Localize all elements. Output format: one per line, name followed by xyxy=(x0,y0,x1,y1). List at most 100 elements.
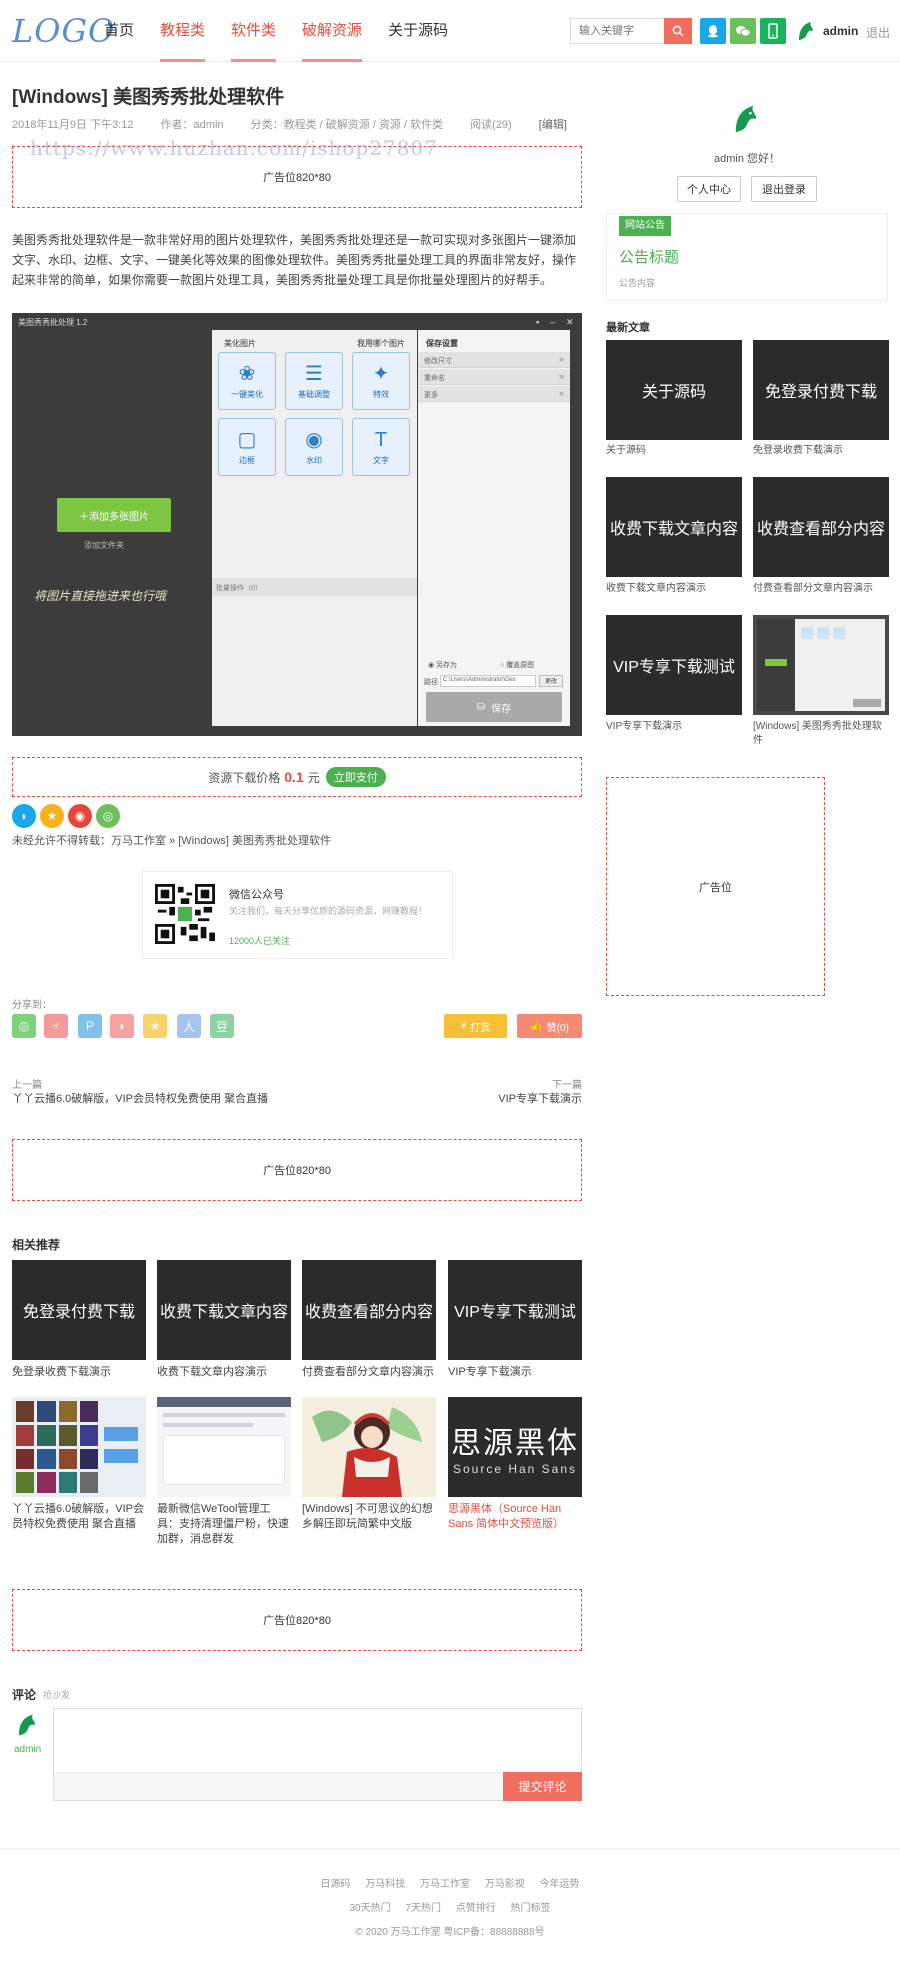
article-paragraph: 美图秀秀批处理软件是一款非常好用的图片处理软件，美图秀秀批处理还是一款可实现对多… xyxy=(12,233,577,287)
related-caption[interactable]: [Windows] 不可思议的幻想乡解压即玩简繁中文版 xyxy=(302,1502,436,1532)
notice-title[interactable]: 公告标题 xyxy=(619,246,679,267)
comment-input[interactable]: 提交评论 xyxy=(53,1708,582,1801)
related-thumb[interactable]: 收费查看部分内容 xyxy=(302,1260,436,1360)
wechat-icon xyxy=(736,26,751,37)
footer-link[interactable]: 万马科技 xyxy=(365,1879,405,1890)
nav-cracked[interactable]: 破解资源 xyxy=(302,0,363,62)
tip-button[interactable]: ¥ 打赏 xyxy=(444,1014,507,1038)
latest-thumb[interactable]: 免登录付费下载 xyxy=(753,340,889,440)
footer-link[interactable]: 万马影视 xyxy=(485,1879,525,1890)
related-image-thumb[interactable] xyxy=(157,1397,291,1497)
related-caption[interactable]: 思源黑体（Source Han Sans 简体中文预览版） xyxy=(448,1502,582,1532)
nav-home[interactable]: 首页 xyxy=(104,0,134,62)
sidebar-greeting: admin 您好！ xyxy=(713,153,781,165)
prev-label: 上一篇 xyxy=(12,1080,42,1091)
qq-login-button[interactable] xyxy=(700,18,726,44)
search-icon xyxy=(672,25,684,37)
wechat-share-circle[interactable]: ◎ xyxy=(96,804,120,828)
related-caption[interactable]: 收费下载文章内容演示 xyxy=(157,1365,291,1380)
latest-caption[interactable]: [Windows] 美图秀秀批处理软件 xyxy=(753,720,889,748)
latest-caption[interactable]: VIP专享下载演示 xyxy=(606,720,742,734)
header-logout-link[interactable]: 退出 xyxy=(866,24,890,41)
related-caption[interactable]: 丫丫云播6.0破解版，VIP会员特权免费使用 聚合直播 xyxy=(12,1502,146,1532)
content-box xyxy=(163,1435,285,1485)
latest-thumb[interactable]: VIP专享下载测试 xyxy=(606,615,742,715)
weibo-share-circle[interactable]: ◉ xyxy=(68,804,92,828)
related-caption[interactable]: 付费查看部分文章内容演示 xyxy=(302,1365,436,1380)
related-thumb[interactable]: 免登录付费下载 xyxy=(12,1260,146,1360)
related-thumb[interactable]: VIP专享下载测试 xyxy=(448,1260,582,1360)
related-image-thumb[interactable] xyxy=(12,1397,146,1497)
logout-button[interactable]: 退出登录 xyxy=(751,176,817,202)
tool-effects: ✦ 特效 xyxy=(352,352,410,410)
qq-share-circle[interactable]: ◗ xyxy=(12,804,36,828)
ad-banner-middle[interactable]: 广告位820*80 xyxy=(12,1139,582,1201)
share-weibo-button[interactable]: ♂ xyxy=(44,1014,68,1038)
share-wechat-button[interactable]: ◎ xyxy=(12,1014,36,1038)
latest-caption[interactable]: 付费查看部分文章内容演示 xyxy=(753,582,889,596)
mobile-button[interactable] xyxy=(760,18,786,44)
app-add-folder: 添加文件夹 xyxy=(84,541,124,550)
share-pinterest-button[interactable]: P xyxy=(78,1014,102,1038)
maximize-icon: – xyxy=(550,317,556,327)
share-douban-button[interactable]: 豆 xyxy=(210,1014,234,1038)
tool-basic-adjust: ☰ 基础调整 xyxy=(285,352,343,410)
nav-about[interactable]: 关于源码 xyxy=(388,0,448,62)
nav-software[interactable]: 软件类 xyxy=(231,0,277,62)
qq-icon xyxy=(708,25,718,38)
edit-link[interactable]: [编辑] xyxy=(539,119,567,131)
related-caption[interactable]: 最新微信WeTool管理工具：支持清理僵尸粉，快速加群，消息群发 xyxy=(157,1502,291,1547)
site-logo[interactable]: LOGO xyxy=(12,12,115,50)
price-unit: 元 xyxy=(307,770,320,785)
footer-link[interactable]: 万马工作室 xyxy=(420,1879,470,1890)
wechat-followers: 12000人已关注 xyxy=(229,936,291,946)
related-image-thumb[interactable] xyxy=(302,1397,436,1497)
mini-add-button xyxy=(765,659,787,666)
submit-comment-button[interactable]: 提交评论 xyxy=(503,1772,582,1801)
footer-link[interactable]: 30天热门 xyxy=(349,1903,390,1914)
text-icon: T xyxy=(374,429,388,451)
article-views: 阅读(29) xyxy=(470,119,512,131)
footer-link[interactable]: 今年运势 xyxy=(540,1879,580,1890)
related-thumb[interactable]: 收费下载文章内容 xyxy=(157,1260,291,1360)
search-button[interactable] xyxy=(664,18,692,44)
share-qq-button[interactable]: ◗ xyxy=(110,1014,134,1038)
user-avatar[interactable] xyxy=(793,18,819,44)
like-button[interactable]: 👍 赞(0) xyxy=(517,1014,582,1038)
related-image-thumb[interactable]: 思源黑体 Source Han Sans xyxy=(448,1397,582,1497)
pay-now-button[interactable]: 立即支付 xyxy=(325,767,386,787)
latest-caption[interactable]: 免登录收费下载演示 xyxy=(753,444,889,458)
footer-link[interactable]: 热门标签 xyxy=(511,1903,551,1914)
related-caption[interactable]: 免登录收费下载演示 xyxy=(12,1365,146,1380)
notice-card: 网站公告 公告标题 公告内容 xyxy=(606,213,888,301)
profile-button[interactable]: 个人中心 xyxy=(677,176,741,202)
sidebar-user-card: admin 您好！ 个人中心 退出登录 xyxy=(606,76,888,214)
share-renren-button[interactable]: 人 xyxy=(177,1014,201,1038)
prev-post-link[interactable]: 丫丫云播6.0破解版，VIP会员特权免费使用 聚合直播 xyxy=(12,1090,268,1106)
share-qzone-button[interactable]: ★ xyxy=(143,1014,167,1038)
qzone-share-circle[interactable]: ★ xyxy=(40,804,64,828)
latest-image-thumb[interactable] xyxy=(753,615,889,715)
wechat-login-button[interactable] xyxy=(730,18,756,44)
latest-thumb[interactable]: 收费查看部分内容 xyxy=(753,477,889,577)
wechat-title: 微信公众号 xyxy=(229,889,284,901)
footer-link[interactable]: 点赞排行 xyxy=(456,1903,496,1914)
header-username[interactable]: admin xyxy=(823,24,858,38)
latest-thumb[interactable]: 收费下载文章内容 xyxy=(606,477,742,577)
ad-banner-bottom[interactable]: 广告位820*80 xyxy=(12,1589,582,1651)
latest-caption[interactable]: 收费下载文章内容演示 xyxy=(606,582,742,596)
article-category[interactable]: 分类：教程类 / 破解资源 / 资源 / 软件类 xyxy=(251,119,444,131)
footer-link[interactable]: 日源码 xyxy=(320,1879,350,1890)
douban-icon: 豆 xyxy=(215,1019,228,1034)
mini-tool xyxy=(833,627,845,639)
sidebar-ad[interactable]: 广告位 xyxy=(606,777,825,996)
mini-app-window xyxy=(757,619,885,711)
related-caption[interactable]: VIP专享下载演示 xyxy=(448,1365,582,1380)
latest-caption[interactable]: 关于源码 xyxy=(606,444,742,458)
app-path-label: 路径 xyxy=(424,679,438,686)
footer-link[interactable]: 7天热门 xyxy=(405,1903,441,1914)
nav-tutorials[interactable]: 教程类 xyxy=(160,0,206,62)
app-save-row: 修改尺寸 xyxy=(418,352,570,368)
next-post-link[interactable]: VIP专享下载演示 xyxy=(498,1090,582,1106)
latest-thumb[interactable]: 关于源码 xyxy=(606,340,742,440)
